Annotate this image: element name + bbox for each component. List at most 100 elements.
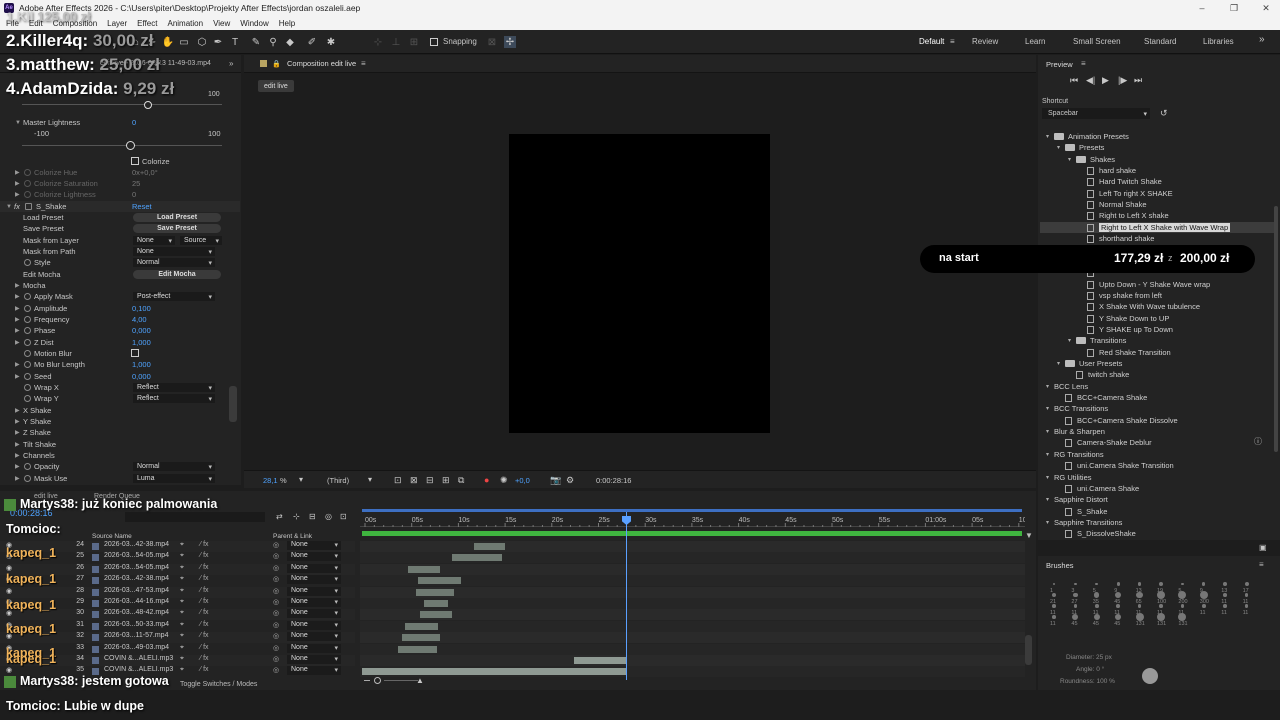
amplitude-value[interactable]: 0,100	[132, 304, 151, 313]
fx-switch-icon[interactable]: ⁄ fx	[200, 552, 209, 559]
fx-switch-icon[interactable]: ⁄ fx	[200, 564, 209, 571]
fx-switch-icon[interactable]: ⁄ fx	[200, 666, 209, 673]
clone-stamp-icon[interactable]: ⚲	[267, 36, 279, 48]
x-shake-row[interactable]: ▶ X Shake	[0, 405, 240, 416]
effects-tree-item[interactable]: ▾ BCC Transitions	[1040, 403, 1275, 414]
parent-dropdown[interactable]: None	[287, 644, 341, 653]
brush-tool-icon[interactable]: ✎	[250, 36, 262, 48]
effects-tree-item[interactable]: ▾ Presets	[1040, 142, 1275, 153]
shy-switch-icon[interactable]: ⌖	[180, 644, 184, 652]
shy-switch-icon[interactable]: ⌖	[180, 609, 184, 617]
brush-tip[interactable]	[1181, 582, 1184, 586]
menu-effect[interactable]: Effect	[137, 19, 157, 28]
stopwatch-icon[interactable]	[24, 316, 31, 323]
y-shake-row[interactable]: ▶ Y Shake	[0, 416, 240, 427]
brush-tip[interactable]	[1074, 582, 1077, 586]
brush-tip[interactable]	[1094, 592, 1100, 598]
composition-menu-icon[interactable]: ≡	[361, 59, 366, 68]
stopwatch-icon[interactable]	[24, 305, 31, 312]
graph-editor-icon[interactable]: ⊡	[340, 512, 347, 521]
layer-bar[interactable]	[452, 554, 502, 561]
exposure-value[interactable]: +0,0	[515, 476, 530, 485]
chevron-down-icon[interactable]: ▾	[1057, 360, 1065, 367]
expand-icon[interactable]: ▶	[15, 429, 20, 436]
pickwhip-icon[interactable]: ◎	[273, 666, 279, 674]
play-icon[interactable]: ▶	[1102, 75, 1109, 86]
save-preset-button[interactable]: Save Preset	[133, 224, 221, 233]
expand-icon[interactable]: ▶	[15, 418, 20, 425]
brush-tip[interactable]	[1244, 581, 1249, 587]
brush-tip[interactable]	[1052, 604, 1056, 608]
composition-tab[interactable]: Composition edit live	[287, 59, 356, 68]
panel-expand-icon[interactable]: »	[229, 59, 233, 68]
expand-icon[interactable]: ▶	[15, 169, 20, 176]
workspace-standard[interactable]: Standard	[1144, 37, 1176, 46]
zoom-slider-handle[interactable]	[374, 677, 381, 684]
brush-tip[interactable]	[1157, 591, 1165, 599]
master-lightness-handle[interactable]	[126, 141, 135, 150]
brush-tip[interactable]	[1244, 593, 1249, 597]
brush-tip[interactable]	[1178, 591, 1187, 599]
brush-tip[interactable]	[1115, 592, 1122, 598]
snapshot-icon[interactable]: 📷	[550, 475, 561, 486]
layer-bar[interactable]	[574, 657, 627, 664]
rectangle-tool-icon[interactable]: ▭	[178, 36, 190, 48]
layer-bar[interactable]	[402, 634, 440, 641]
last-frame-icon[interactable]: ⏭	[1134, 75, 1142, 86]
pickwhip-icon[interactable]: ◎	[273, 575, 279, 583]
brush-tip[interactable]	[1115, 614, 1122, 620]
effects-tree-item[interactable]: shorthand shake	[1040, 233, 1275, 244]
stopwatch-icon[interactable]	[24, 327, 31, 334]
master-lightness-value[interactable]: 0	[132, 118, 136, 127]
chevron-down-icon[interactable]: ▾	[1057, 144, 1065, 151]
brush-tip[interactable]	[1223, 582, 1228, 586]
reset-link[interactable]: Reset	[132, 202, 152, 211]
brush-tip[interactable]	[1095, 582, 1099, 586]
effects-tree-scrollbar[interactable]	[1274, 206, 1278, 452]
grid-icon[interactable]: ⊞	[442, 475, 450, 486]
workspace-small-screen[interactable]: Small Screen	[1073, 37, 1121, 46]
chevron-down-icon[interactable]: ▾	[1046, 133, 1054, 140]
style-dropdown[interactable]: Normal	[133, 258, 215, 267]
shy-switch-icon[interactable]: ⌖	[180, 655, 184, 663]
layer-bar[interactable]	[418, 577, 461, 584]
expand-icon[interactable]: ▶	[15, 475, 20, 482]
chevron-down-icon[interactable]: ▾	[1046, 496, 1054, 503]
brush-tip[interactable]	[1202, 604, 1206, 608]
prev-frame-icon[interactable]: ◀|	[1086, 75, 1095, 86]
effects-tree-item[interactable]: Camera-Shake Deblur	[1040, 437, 1275, 448]
expand-icon[interactable]: ▶	[15, 293, 20, 300]
apply-mask-dropdown[interactable]: Post-effect	[133, 292, 215, 301]
stopwatch-icon[interactable]	[24, 361, 31, 368]
zoom-out-icon[interactable]	[364, 680, 370, 681]
comp-breadcrumb[interactable]: edit live	[258, 80, 294, 92]
timeline-search-input[interactable]	[125, 512, 265, 522]
stopwatch-icon[interactable]	[24, 384, 31, 391]
shy-switch-icon[interactable]: ⌖	[180, 587, 184, 595]
channel-icon[interactable]: ●	[484, 475, 489, 485]
effects-tree-item[interactable]: hard shake	[1040, 165, 1275, 176]
brush-tip[interactable]	[1159, 604, 1163, 608]
stopwatch-icon[interactable]	[24, 259, 31, 266]
expand-icon[interactable]: ▶	[15, 463, 20, 470]
layer-bar[interactable]	[398, 646, 437, 653]
brush-tip[interactable]	[1053, 583, 1055, 585]
mask-from-layer-dropdown[interactable]: None	[133, 236, 175, 245]
shy-switch-icon[interactable]: ⌖	[180, 598, 184, 606]
brush-tip[interactable]	[1116, 582, 1120, 586]
zoom-value[interactable]: 28,1	[263, 476, 278, 485]
pickwhip-icon[interactable]: ◎	[273, 552, 279, 560]
layer-bar[interactable]	[405, 623, 438, 630]
first-frame-icon[interactable]: ⏮	[1070, 75, 1078, 86]
workspace-libraries[interactable]: Libraries	[1203, 37, 1234, 46]
close-icon[interactable]: ✕	[1250, 0, 1280, 16]
toggle-switches-modes[interactable]: Toggle Switches / Modes	[180, 681, 257, 688]
slider-handle-top[interactable]	[144, 101, 152, 109]
snapping-checkbox[interactable]	[430, 38, 438, 46]
layer-bar[interactable]	[416, 589, 454, 596]
shy-switch-icon[interactable]: ⌖	[180, 632, 184, 640]
brush-tip[interactable]	[1223, 604, 1227, 608]
visibility-eye-icon[interactable]: ◉	[6, 564, 12, 572]
timeline-end-icon[interactable]: ▼	[1025, 531, 1033, 540]
snap-axis-icon[interactable]: ⊞	[408, 36, 420, 48]
